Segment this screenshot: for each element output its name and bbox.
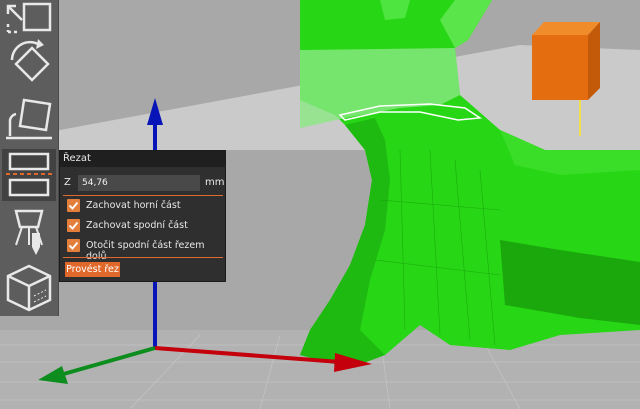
seam-cube-icon [6, 264, 52, 312]
keep-lower-label: Zachovat spodní část [86, 220, 188, 231]
z-label: Z [64, 177, 71, 188]
keep-upper-checkbox[interactable] [67, 199, 80, 212]
rotate-lower-checkbox[interactable] [67, 239, 80, 252]
tool-cut-button[interactable] [2, 149, 56, 201]
place-on-face-icon [6, 98, 52, 140]
rotate-icon [10, 39, 50, 82]
cut-panel: Řezat Z mm Zachovat horní část Zachovat … [59, 150, 226, 282]
separator-top [63, 195, 223, 196]
keep-lower-option[interactable]: Zachovat spodní část [67, 219, 225, 233]
separator-bottom [63, 257, 223, 258]
gizmo-toolbar [0, 0, 59, 316]
tool-seam-button[interactable] [2, 262, 56, 314]
tool-place-on-face-button[interactable] [2, 92, 56, 144]
checkmark-icon [68, 221, 79, 230]
rotate-lower-option[interactable]: Otočit spodní část řezem dolů [67, 239, 225, 262]
checkmark-icon [68, 201, 79, 210]
z-height-row: Z mm [64, 175, 225, 191]
perform-cut-button[interactable]: Provést řez [65, 262, 120, 277]
cut-icon [6, 152, 52, 197]
keep-lower-checkbox[interactable] [67, 219, 80, 232]
checkmark-icon [68, 241, 79, 250]
keep-upper-label: Zachovat horní část [86, 200, 181, 211]
z-unit-label: mm [205, 177, 225, 188]
tool-paint-supports-button[interactable] [2, 205, 56, 257]
z-height-input[interactable] [78, 175, 200, 191]
tool-rotate-button[interactable] [2, 38, 56, 90]
paint-supports-icon [14, 209, 44, 255]
rotate-lower-label: Otočit spodní část řezem dolů [86, 240, 205, 262]
panel-title: Řezat [60, 151, 225, 167]
keep-upper-option[interactable]: Zachovat horní část [67, 199, 225, 213]
